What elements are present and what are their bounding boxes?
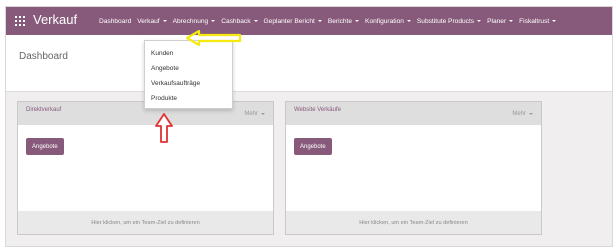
more-dropdown[interactable]: Mehr xyxy=(512,111,533,117)
caret-down-icon xyxy=(253,20,258,22)
kanban-card-website-verkaeufe: Website Verkäufe Mehr Angebote Hier klic… xyxy=(285,101,542,235)
menu-dashboard[interactable]: Dashboard xyxy=(99,18,131,25)
caret-down-icon xyxy=(317,20,322,22)
menu-label: Abrechnung xyxy=(172,17,209,25)
menu-label: Geplanter Bericht xyxy=(263,17,315,25)
menu-label: Substitute Products xyxy=(416,17,475,25)
quotations-button[interactable]: Angebote xyxy=(294,138,332,155)
menu-planer[interactable]: Planer xyxy=(487,17,514,25)
more-dropdown[interactable]: Mehr xyxy=(244,111,265,117)
caret-down-icon xyxy=(529,113,533,115)
menu-geplanter-bericht[interactable]: Geplanter Bericht xyxy=(264,18,322,25)
set-team-target-link[interactable]: Hier klicken, um ein Team-Ziel zu defini… xyxy=(286,211,541,234)
card-header: Website Verkäufe Mehr xyxy=(286,102,541,125)
caret-down-icon xyxy=(552,20,557,22)
annotation-arrow-up-icon xyxy=(155,113,173,143)
more-label: Mehr xyxy=(244,111,258,117)
set-team-target-link[interactable]: Hier klicken, um ein Team-Ziel zu defini… xyxy=(18,211,273,234)
menu-label: Fiskaltrust xyxy=(519,17,550,25)
menu-label: Planer xyxy=(487,17,507,25)
quotations-button[interactable]: Angebote xyxy=(26,138,64,155)
menu-label: Cashback xyxy=(221,17,251,25)
caret-down-icon xyxy=(477,20,482,22)
app-title: Verkauf xyxy=(33,12,78,27)
menu-label: Dashboard xyxy=(99,17,132,25)
dropdown-item-angebote[interactable]: Angebote xyxy=(151,65,179,72)
menu-label: Verkauf xyxy=(137,17,160,25)
control-panel: Dashboard xyxy=(6,35,612,92)
dropdown-item-produkte[interactable]: Produkte xyxy=(151,95,177,102)
top-navbar: Verkauf Dashboard Verkauf Abrechnung Cas… xyxy=(6,7,612,35)
page-title: Dashboard xyxy=(19,51,68,62)
menu-fiskaltrust[interactable]: Fiskaltrust xyxy=(519,17,557,25)
menu-abrechnung[interactable]: Abrechnung xyxy=(173,18,216,25)
card-title[interactable]: Direktverkauf xyxy=(26,107,61,113)
dropdown-item-kunden[interactable]: Kunden xyxy=(151,50,173,57)
dropdown-item-verkaufsauftraege[interactable]: Verkaufsaufträge xyxy=(151,80,200,87)
app-window: Verkauf Dashboard Verkauf Abrechnung Cas… xyxy=(5,6,613,247)
caret-down-icon xyxy=(509,20,514,22)
main-menu: Dashboard Verkauf Abrechnung Cashback Ge… xyxy=(99,7,562,35)
menu-cashback[interactable]: Cashback xyxy=(221,17,258,25)
caret-down-icon xyxy=(162,20,167,22)
caret-down-icon xyxy=(261,113,265,115)
verkauf-dropdown-menu: Kunden Angebote Verkaufsaufträge Produkt… xyxy=(144,40,233,109)
menu-berichte[interactable]: Berichte xyxy=(327,17,360,25)
menu-label: Konfiguration xyxy=(365,17,404,25)
menu-konfiguration[interactable]: Konfiguration xyxy=(365,18,411,25)
apps-grid-icon[interactable] xyxy=(15,16,25,26)
card-title[interactable]: Website Verkäufe xyxy=(294,107,341,113)
caret-down-icon xyxy=(406,20,411,22)
annotation-arrow-left-icon xyxy=(186,30,242,46)
more-label: Mehr xyxy=(512,111,526,117)
menu-label: Berichte xyxy=(327,17,353,25)
menu-verkauf[interactable]: Verkauf xyxy=(137,17,167,25)
caret-down-icon xyxy=(355,20,360,22)
kanban-card-direktverkauf: Direktverkauf Mehr Angebote Hier klicken… xyxy=(17,101,274,235)
caret-down-icon xyxy=(211,20,216,22)
menu-substitute-products[interactable]: Substitute Products xyxy=(416,17,482,25)
